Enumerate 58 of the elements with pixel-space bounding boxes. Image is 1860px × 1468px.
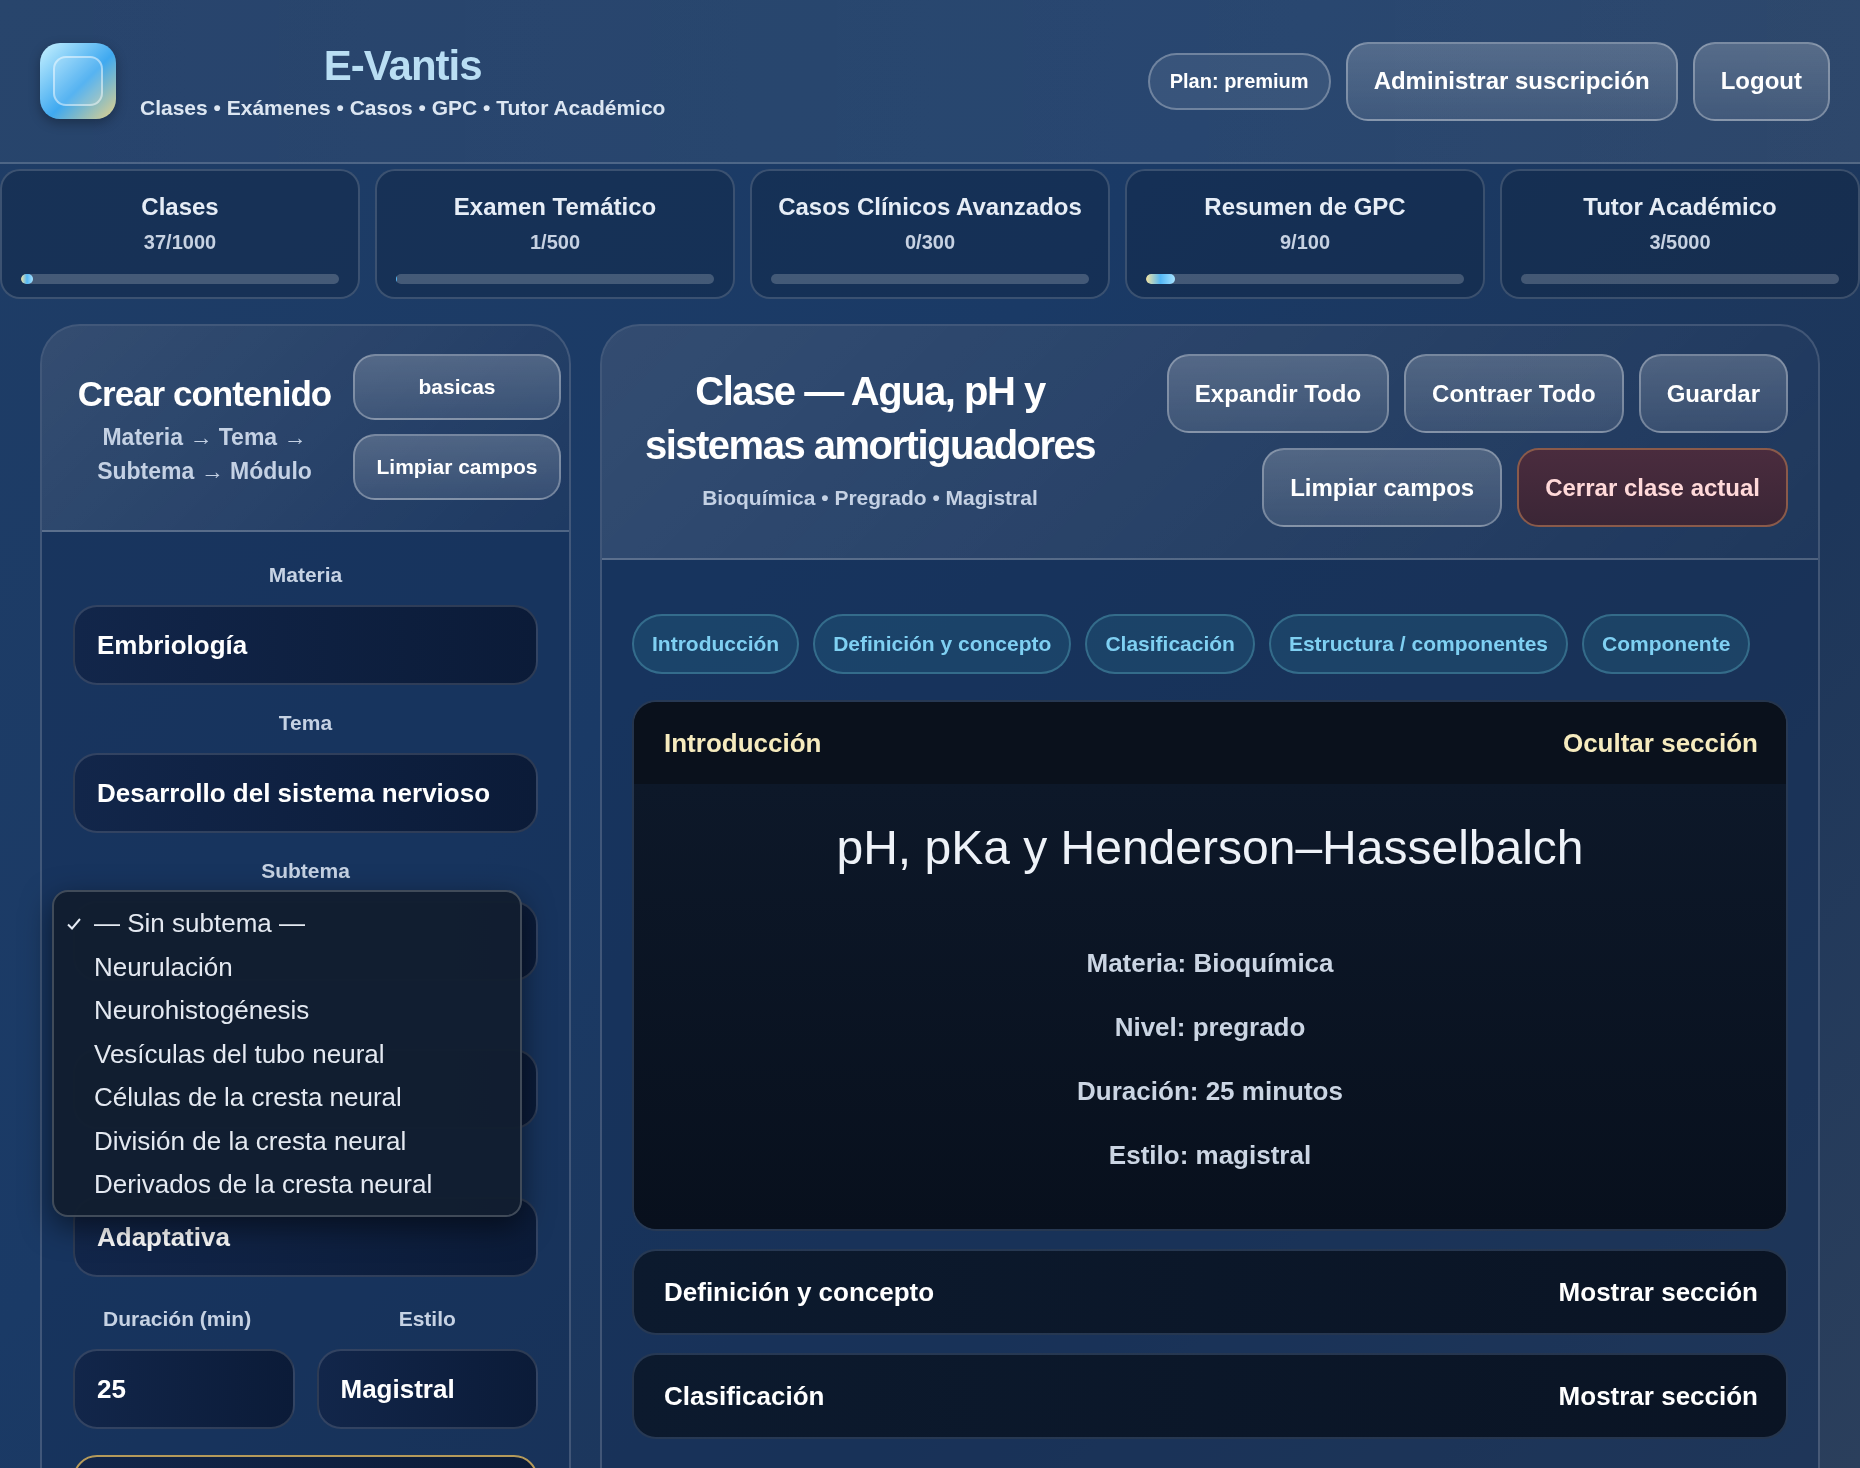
- field-label: Duración (min): [102, 1307, 253, 1332]
- panel-title: Crear contenido: [77, 374, 332, 414]
- section-tab[interactable]: Componente: [1582, 614, 1751, 674]
- usage-count: 3/5000: [1649, 231, 1711, 254]
- plan-badge: Plan: premium: [1147, 52, 1331, 110]
- dropdown-option[interactable]: — Sin subtema —: [54, 902, 520, 946]
- usage-count: 37/1000: [143, 231, 217, 254]
- dropdown-option[interactable]: Células de la cresta neural: [54, 1076, 520, 1120]
- section-title: Clasificación: [664, 1380, 825, 1412]
- field-label: Materia: [267, 563, 344, 588]
- section-toggle[interactable]: Mostrar sección: [1558, 1380, 1758, 1412]
- info-line: Nivel: pregrado: [1114, 1011, 1306, 1044]
- lesson-meta: Bioquímica • Pregrado • Magistral: [702, 486, 1038, 510]
- action-button[interactable]: Guardar: [1638, 354, 1788, 433]
- section-tab[interactable]: Clasificación: [1085, 614, 1255, 674]
- usage-count: 9/100: [1279, 231, 1331, 254]
- panel-subtitle: Materia → Tema → Subtema → Módulo: [96, 423, 313, 486]
- lesson-title: Clase — Agua, pH y sistemas amortiguadores: [643, 368, 1097, 469]
- app-tagline: Clases • Exámenes • Casos • GPC • Tutor Académico: [140, 96, 666, 120]
- usage-title: Clases: [141, 193, 219, 221]
- field-label: Tema: [277, 711, 334, 736]
- field-label: Estilo: [397, 1307, 457, 1332]
- app-title: E-Vantis: [323, 42, 482, 90]
- section-tab[interactable]: Introducción: [632, 614, 800, 674]
- section-toggle[interactable]: Mostrar sección: [1558, 1276, 1758, 1308]
- select-field[interactable]: Desarrollo del sistema nervioso: [73, 753, 538, 833]
- usage-count: 0/300: [904, 231, 956, 254]
- dropdown-option[interactable]: División de la cresta neural: [54, 1119, 520, 1163]
- input-field[interactable]: Magistral: [316, 1349, 538, 1429]
- panel-button[interactable]: Limpiar campos: [353, 434, 561, 500]
- input-field[interactable]: 25: [73, 1349, 295, 1429]
- header-button[interactable]: Logout: [1692, 41, 1830, 121]
- info-line: Estilo: magistral: [1108, 1139, 1312, 1172]
- section-tab[interactable]: Estructura / componentes: [1268, 614, 1568, 674]
- action-button[interactable]: Contraer Todo: [1404, 354, 1624, 433]
- dropdown-option[interactable]: Neurulación: [54, 945, 520, 989]
- info-line: Materia: Bioquímica: [1086, 947, 1334, 980]
- info-line: Duración: 25 minutos: [1077, 1075, 1343, 1108]
- field-label: Subtema: [260, 859, 351, 884]
- section-toggle[interactable]: Ocultar sección: [1562, 727, 1758, 759]
- section-tab[interactable]: Definición y concepto: [813, 614, 1072, 674]
- section-heading: pH, pKa y Henderson–Hasselbalch: [836, 820, 1584, 875]
- action-button[interactable]: Expandir Todo: [1166, 354, 1390, 433]
- dropdown-option[interactable]: Vesículas del tubo neural: [54, 1032, 520, 1076]
- header-button[interactable]: Administrar suscripción: [1345, 41, 1678, 121]
- usage-count: 1/500: [529, 231, 581, 254]
- section-title: Definición y concepto: [664, 1276, 935, 1308]
- logo-icon: [40, 43, 116, 119]
- dropdown-option[interactable]: Neurohistogénesis: [54, 989, 520, 1033]
- usage-title: Casos Clínicos Avanzados: [778, 193, 1082, 221]
- action-button[interactable]: Cerrar clase actual: [1517, 448, 1788, 527]
- section-title: Introducción: [664, 727, 822, 759]
- usage-title: Tutor Académico: [1583, 193, 1777, 221]
- usage-title: Resumen de GPC: [1204, 193, 1406, 221]
- usage-title: Examen Temático: [453, 193, 657, 221]
- action-button[interactable]: Limpiar campos: [1262, 448, 1503, 527]
- panel-button[interactable]: basicas: [353, 354, 561, 420]
- select-field[interactable]: Embriología: [73, 605, 538, 685]
